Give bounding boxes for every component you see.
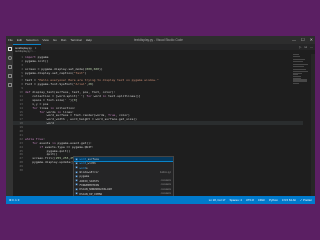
menu-file[interactable]: File	[8, 36, 13, 44]
symbol-icon: ▣	[75, 166, 78, 170]
close-window-button[interactable]: ✕	[310, 36, 313, 44]
cursor-position[interactable]: Ln 18, Col 17	[209, 198, 226, 202]
run-icon[interactable]	[6, 71, 13, 80]
encoding[interactable]: UTF-8	[246, 198, 254, 202]
code-editor[interactable]: 1 import pygame 2 pygame.init() 3 4 screen = p…	[13, 54, 315, 196]
line-number: 30	[19, 168, 23, 173]
line-ending[interactable]: CRLF	[258, 198, 265, 202]
title-bar: File Edit Selection View Go Run Terminal…	[6, 36, 315, 44]
menu-view[interactable]: View	[42, 36, 48, 44]
menu-help[interactable]: Help	[86, 36, 92, 44]
activity-bar	[6, 44, 13, 196]
window-controls: — ☐ ✕	[292, 36, 313, 44]
search-icon[interactable]	[6, 53, 13, 62]
window-title: textdisplay.py - Visual Studio Code	[134, 38, 183, 42]
source-control-icon[interactable]	[6, 62, 13, 71]
run-file-icon[interactable]: ▷	[299, 44, 301, 50]
suggestion-detail: constants	[160, 192, 171, 196]
desktop-frame: File Edit Selection View Go Run Terminal…	[0, 0, 320, 240]
menu-go[interactable]: Go	[53, 36, 57, 44]
split-editor-icon[interactable]: ⊟	[304, 44, 307, 50]
vscode-window: File Edit Selection View Go Run Terminal…	[6, 36, 315, 204]
more-actions-icon[interactable]: ⋯	[310, 44, 313, 50]
symbol-icon: ▣	[75, 179, 78, 183]
symbol-icon: ▣	[75, 157, 78, 161]
extensions-icon[interactable]	[6, 80, 13, 89]
tab-label: textdisplay.py	[15, 45, 32, 50]
menu-terminal[interactable]: Terminal	[70, 36, 81, 44]
symbol-icon: ▣	[75, 161, 78, 165]
menu-run[interactable]: Run	[61, 36, 67, 44]
problems-indicator[interactable]: ⊗ 0 ⚠ 0	[9, 198, 19, 202]
minimap[interactable]	[293, 54, 309, 134]
explorer-icon[interactable]	[6, 44, 13, 53]
symbol-icon: ▣	[75, 170, 78, 174]
minimize-button[interactable]: —	[292, 36, 296, 44]
indentation[interactable]: Spaces: 4	[229, 198, 241, 202]
autocomplete-popup[interactable]: ▣ word_surface ▣ word_width ▣ words ▣ WindowsEr…	[73, 156, 174, 196]
close-icon[interactable]: ×	[35, 46, 37, 50]
menu-bar: File Edit Selection View Go Run Terminal…	[6, 36, 92, 44]
interpreter[interactable]: 3.9.5 64-bit	[282, 198, 296, 202]
maximize-button[interactable]: ☐	[301, 36, 305, 44]
symbol-icon: ▣	[75, 174, 78, 178]
language-mode[interactable]: Python	[269, 198, 278, 202]
suggestion-detail: constants	[160, 187, 171, 191]
tab-strip: textdisplay.py × ▷ ⊟ ⋯	[13, 44, 315, 50]
symbol-icon: ▣	[75, 192, 78, 196]
suggestion-detail: constants	[160, 183, 171, 187]
symbol-icon: ▣	[75, 183, 78, 187]
prettier-status[interactable]: ✓ Prettier	[300, 198, 312, 202]
suggestion-detail: constants	[160, 179, 171, 183]
suggestion-detail: builtins.pyi	[159, 170, 171, 174]
editor-actions: ▷ ⊟ ⋯	[299, 44, 313, 50]
symbol-icon: ▣	[75, 187, 78, 191]
status-bar: ⊗ 0 ⚠ 0 Ln 18, Col 17 Spaces: 4 UTF-8 CR…	[6, 196, 315, 204]
menu-selection[interactable]: Selection	[26, 36, 38, 44]
menu-edit[interactable]: Edit	[17, 36, 22, 44]
vertical-scrollbar[interactable]	[311, 54, 315, 196]
